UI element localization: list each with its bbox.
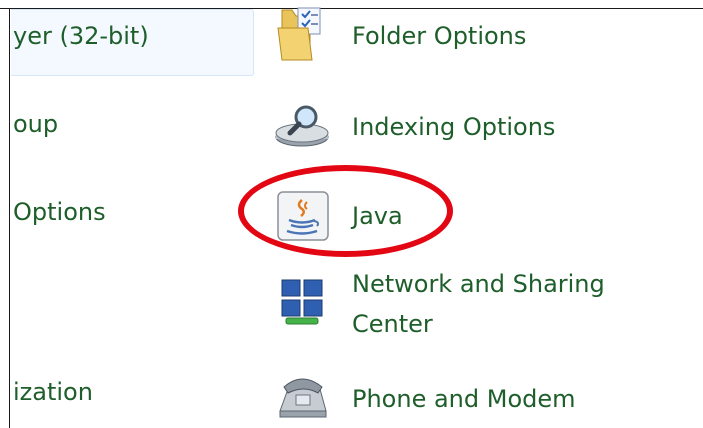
item-label: Indexing Options — [352, 113, 556, 141]
item-label: Options — [13, 198, 106, 226]
item-label: Phone and Modem — [352, 385, 576, 413]
item-label: ization — [13, 378, 93, 406]
indexing-options-icon — [275, 105, 329, 147]
control-panel-item-network-sharing[interactable]: Network and Sharing Center — [266, 262, 696, 346]
item-label-line2: Center — [352, 310, 433, 338]
folder-options-icon — [277, 7, 321, 61]
java-highlight-circle — [238, 165, 453, 257]
network-sharing-icon — [280, 279, 324, 325]
window-left-border — [9, 8, 10, 428]
item-label: oup — [13, 110, 59, 138]
control-panel-item-indexing-options[interactable]: Indexing Options — [266, 103, 696, 155]
item-label: Folder Options — [352, 22, 527, 50]
control-panel-item-folder-options[interactable]: Folder Options — [266, 7, 696, 64]
phone-modem-icon — [279, 378, 327, 418]
item-label-line1: Network and Sharing — [352, 270, 605, 298]
item-label: yer (32-bit) — [13, 22, 149, 50]
control-panel-item-phone-modem[interactable]: Phone and Modem — [266, 375, 696, 419]
control-panel-item-player[interactable]: yer (32-bit) — [11, 9, 254, 76]
